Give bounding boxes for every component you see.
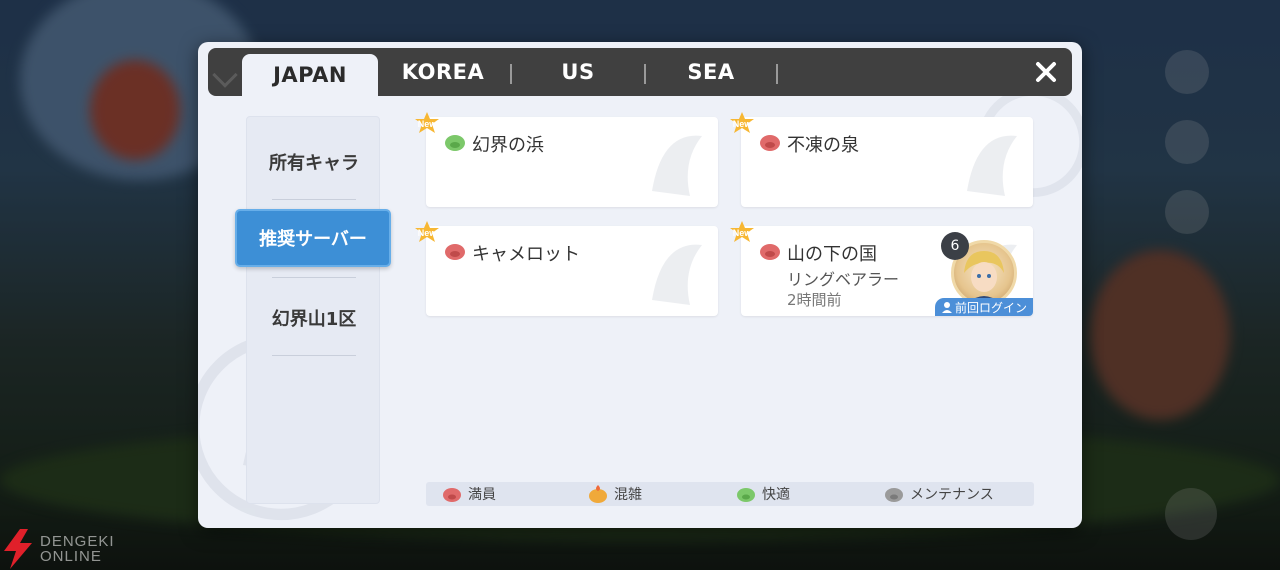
server-name: 不凍の泉 xyxy=(787,135,859,156)
status-maintenance-icon xyxy=(885,488,903,502)
status-crowded-icon xyxy=(589,485,607,503)
emblem-watermark xyxy=(652,244,702,305)
status-comfortable-icon xyxy=(737,488,755,502)
region-tabbar: JAPAN KOREA US SEA xyxy=(208,48,1072,96)
status-comfortable-icon xyxy=(445,135,465,151)
status-full-icon xyxy=(443,488,461,502)
status-full-icon xyxy=(760,135,780,151)
status-legend: 満員 混雑 快適 メンテナンス xyxy=(426,482,1034,506)
legend-label: 快適 xyxy=(762,487,790,503)
new-badge-icon: New xyxy=(730,221,754,242)
server-card[interactable]: New 不凍の泉 xyxy=(730,112,1033,207)
legend-item-maintenance: メンテナンス xyxy=(884,484,994,504)
watermark-line2: ONLINE xyxy=(40,548,102,565)
svg-text:New: New xyxy=(733,228,753,238)
last-login-label: 前回ログイン xyxy=(955,300,1028,315)
status-full-icon xyxy=(445,244,465,260)
svg-text:New: New xyxy=(418,119,438,129)
tab-japan[interactable]: JAPAN xyxy=(242,54,378,96)
server-name: 山の下の国 xyxy=(787,244,877,265)
legend-label: 混雑 xyxy=(614,487,642,503)
legend-label: メンテナンス xyxy=(910,487,994,503)
new-badge-icon: New xyxy=(730,112,754,133)
tab-separator xyxy=(644,64,646,84)
character-name: リングベアラー xyxy=(787,270,900,289)
sidebar-divider xyxy=(272,277,356,278)
tab-separator xyxy=(510,64,512,84)
tab-korea[interactable]: KOREA xyxy=(388,48,498,96)
character-count-badge: 6 xyxy=(941,232,969,260)
svg-text:New: New xyxy=(733,119,753,129)
server-name: キャメロット xyxy=(472,244,580,265)
server-name: 幻界の浜 xyxy=(472,135,544,156)
sidebar-item-owned-characters[interactable]: 所有キャラ xyxy=(247,133,381,191)
sidebar-item-recommended[interactable]: 推奨サーバー xyxy=(235,209,391,267)
server-card[interactable]: New 幻界の浜 xyxy=(415,112,718,207)
server-select-dialog: JAPAN KOREA US SEA 所有キャラ 推奨サーバー 幻界山1区 Ne… xyxy=(198,42,1082,528)
tab-separator xyxy=(776,64,778,84)
last-login-tag: 前回ログイン xyxy=(935,298,1033,316)
close-button[interactable] xyxy=(1030,56,1062,88)
dengeki-online-watermark: DENGEKI ONLINE xyxy=(0,528,115,570)
emblem-watermark xyxy=(652,135,702,196)
status-full-icon xyxy=(760,244,780,260)
svg-text:New: New xyxy=(418,228,438,238)
last-login-time: 2時間前 xyxy=(787,291,842,309)
sidebar-item-genkaizan-1[interactable]: 幻界山1区 xyxy=(247,289,381,347)
legend-item-crowded: 混雑 xyxy=(588,484,642,504)
new-badge-icon: New xyxy=(415,221,439,242)
watermark-line1: DENGEKI xyxy=(40,533,115,550)
lightning-logo-icon xyxy=(4,529,32,569)
user-icon xyxy=(942,302,952,313)
new-badge-icon: New xyxy=(415,112,439,133)
sidebar-divider xyxy=(272,355,356,356)
legend-item-comfortable: 快適 xyxy=(736,484,790,504)
close-icon xyxy=(1036,62,1056,82)
emblem-watermark xyxy=(967,135,1017,196)
tab-us[interactable]: US xyxy=(528,48,628,96)
legend-label: 満員 xyxy=(468,487,496,503)
sidebar-divider xyxy=(272,199,356,200)
server-card[interactable]: New キャメロット xyxy=(415,221,718,316)
tab-sea[interactable]: SEA xyxy=(658,48,764,96)
server-category-sidebar: 所有キャラ 推奨サーバー 幻界山1区 xyxy=(235,116,391,504)
server-card-last-login[interactable]: New 山の下の国 リングベアラー 2時間前 6 前回ログイン xyxy=(730,221,1033,316)
legend-item-full: 満員 xyxy=(442,484,496,504)
tab-corner-icon xyxy=(212,62,238,88)
